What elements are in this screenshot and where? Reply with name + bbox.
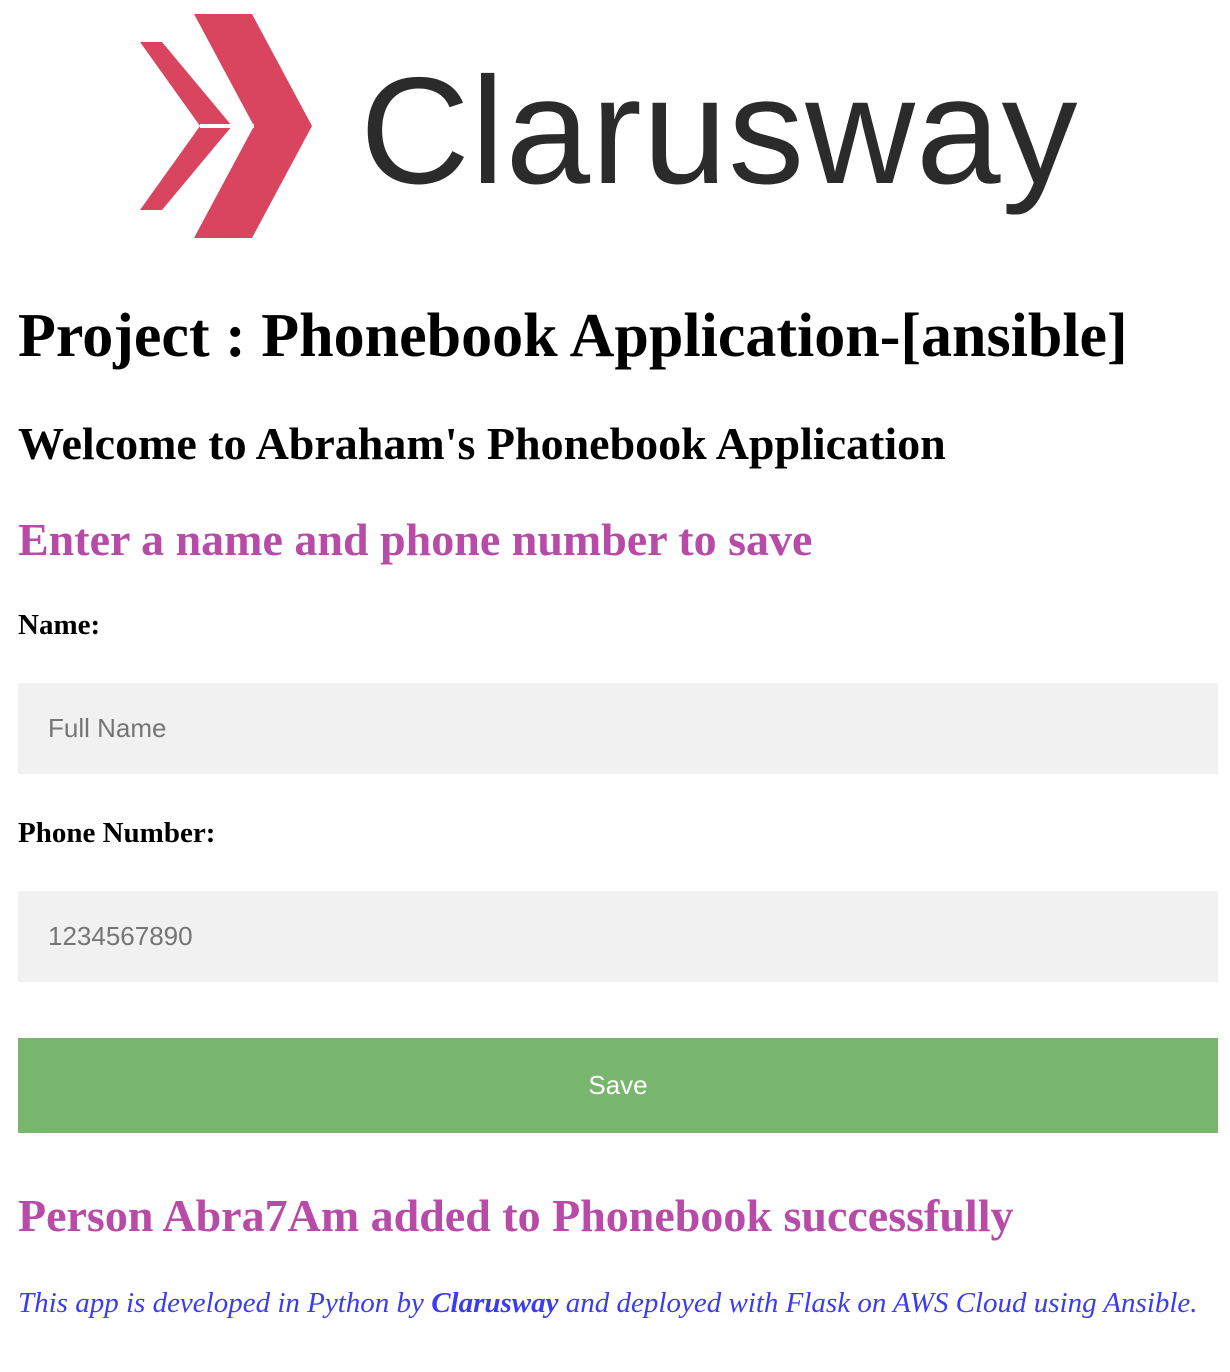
name-label: Name: [18,609,101,641]
phone-input[interactable] [18,891,1218,982]
instruction-heading: Enter a name and phone number to save [18,514,813,565]
welcome-heading: Welcome to Abraham's Phonebook Applicati… [18,418,946,469]
result-message: Person Abra7Am added to Phonebook succes… [18,1190,1014,1241]
footer-note: This app is developed in Python by Claru… [18,1284,1218,1322]
page-title: Project : Phonebook Application-[ansible… [18,302,1128,370]
footer-suffix: and deployed with Flask on AWS Cloud usi… [558,1287,1198,1319]
chevron-logo-icon [140,14,312,238]
save-button[interactable]: Save [18,1038,1218,1133]
footer-prefix: This app is developed in Python by [18,1287,432,1319]
name-input[interactable] [18,683,1218,774]
phone-label: Phone Number: [18,817,216,849]
logo-wordmark: Clarusway [360,46,1079,216]
clarusway-link[interactable]: Clarusway [431,1287,558,1319]
clarusway-logo: Clarusway [136,10,1116,242]
